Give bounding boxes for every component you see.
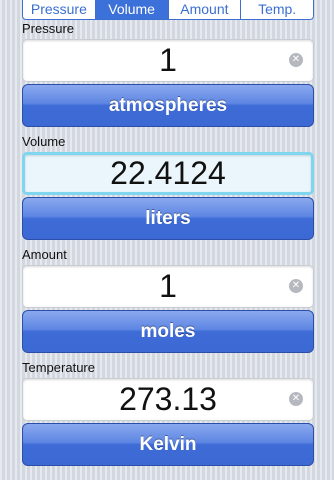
amount-value: 1 (159, 268, 177, 304)
clear-icon[interactable]: ✕ (289, 53, 303, 67)
pressure-label: Pressure (22, 21, 75, 36)
tab-volume[interactable]: Volume (94, 0, 168, 19)
tab-temperature[interactable]: Temp. (240, 0, 313, 19)
temperature-section: Temperature 273.13 ✕ Kelvin (22, 360, 314, 466)
clear-icon[interactable]: ✕ (289, 279, 303, 293)
tab-amount[interactable]: Amount (167, 0, 241, 19)
pressure-section: Pressure 1 ✕ atmospheres (22, 21, 314, 127)
pressure-unit-button[interactable]: atmospheres (22, 84, 314, 127)
temperature-field[interactable]: 273.13 ✕ (22, 378, 314, 421)
pressure-field[interactable]: 1 ✕ (22, 39, 314, 82)
volume-label: Volume (22, 134, 66, 149)
amount-unit-button[interactable]: moles (22, 310, 314, 353)
temperature-value: 273.13 (119, 381, 217, 417)
amount-label: Amount (22, 247, 67, 262)
volume-section: Volume 22.4124 liters (22, 134, 314, 240)
amount-section: Amount 1 ✕ moles (22, 247, 314, 353)
variable-segmented-control: Pressure Volume Amount Temp. (22, 0, 314, 20)
volume-field[interactable]: 22.4124 (22, 152, 314, 195)
volume-unit-button[interactable]: liters (22, 197, 314, 240)
amount-field[interactable]: 1 ✕ (22, 265, 314, 308)
tab-pressure[interactable]: Pressure (23, 0, 95, 19)
clear-icon[interactable]: ✕ (289, 392, 303, 406)
temperature-unit-button[interactable]: Kelvin (22, 423, 314, 466)
pressure-value: 1 (159, 42, 177, 78)
volume-value: 22.4124 (110, 155, 226, 191)
temperature-label: Temperature (22, 360, 95, 375)
